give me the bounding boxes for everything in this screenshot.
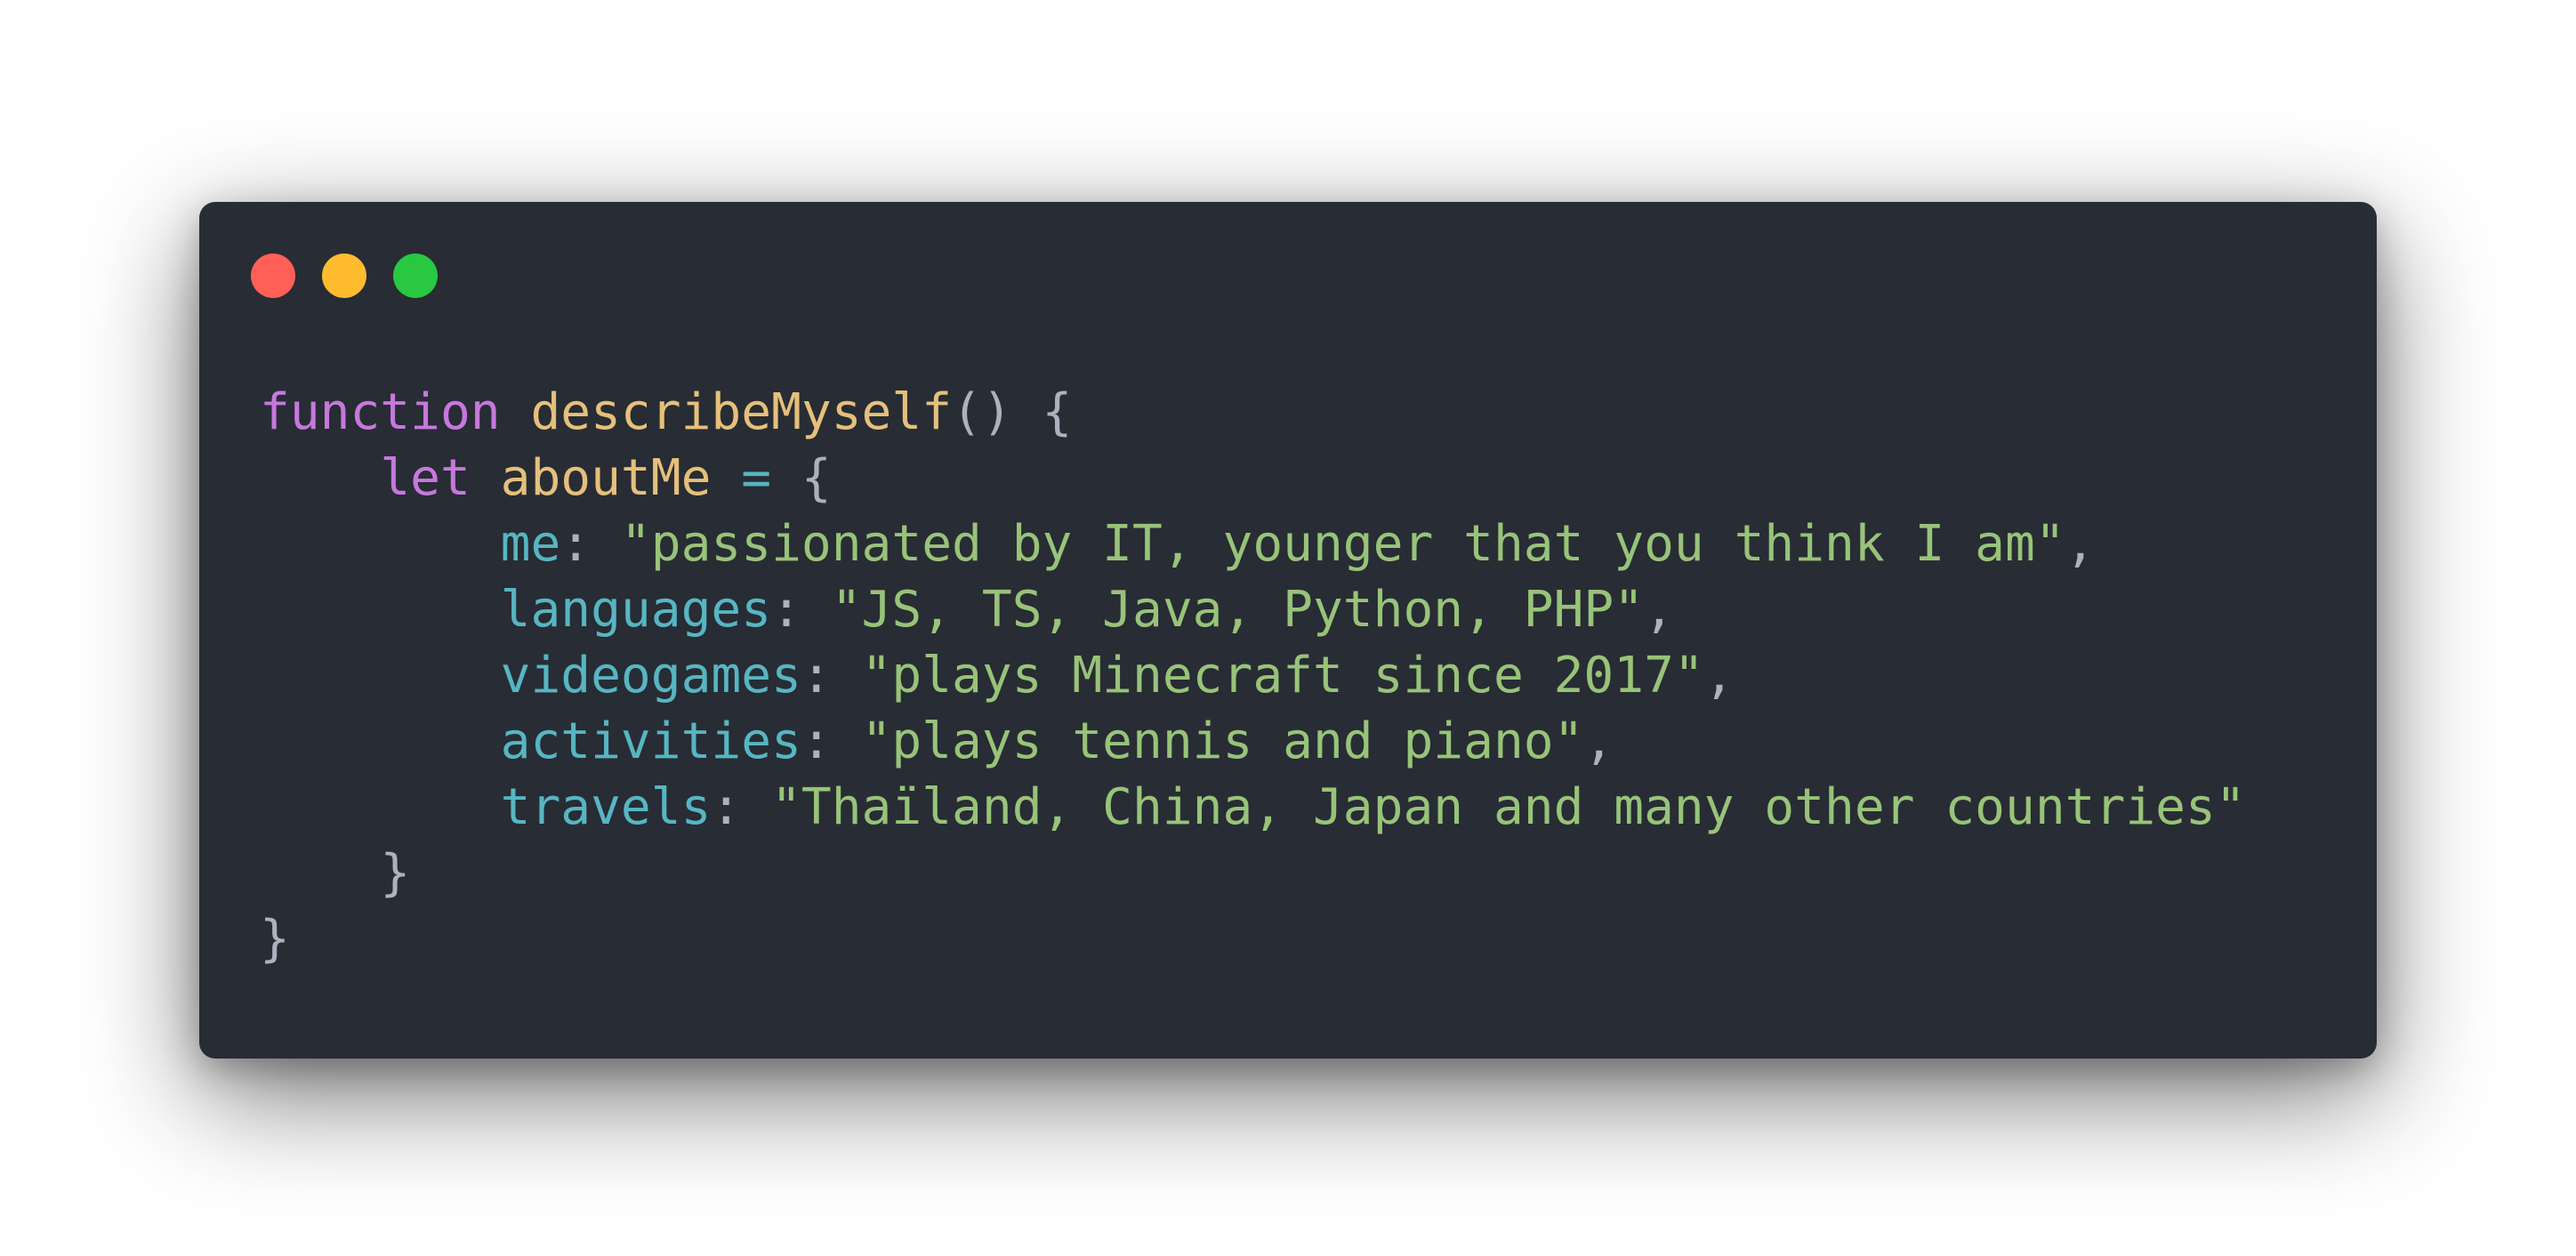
close-button[interactable] xyxy=(251,254,295,298)
code-line-let: let aboutMe = { xyxy=(260,446,2246,511)
window-controls xyxy=(251,254,438,298)
maximize-button[interactable] xyxy=(393,254,438,298)
property-value: "JS, TS, Java, Python, PHP" xyxy=(831,581,1645,639)
property-key: videogames xyxy=(500,647,801,704)
code-line-property: languages: "JS, TS, Java, Python, PHP", xyxy=(500,581,1674,639)
code-window: function describeMyself() { let aboutMe … xyxy=(199,202,2377,1059)
function-params-open: () { xyxy=(952,383,1073,441)
property-key: activities xyxy=(500,713,801,770)
code-block: function describeMyself() { let aboutMe … xyxy=(260,380,2246,972)
code-line-function: function describeMyself() { xyxy=(260,380,2246,446)
code-line-function-close: } xyxy=(260,906,2246,972)
code-line-property: travels: "Thaïland, China, Japan and man… xyxy=(500,778,2246,836)
code-line-object-close: } xyxy=(260,841,2246,906)
keyword-function: function xyxy=(260,383,501,441)
code-line-property: me: "passionated by IT, younger that you… xyxy=(500,515,2096,573)
property-value: "plays tennis and piano" xyxy=(861,713,1584,770)
variable-name: aboutMe xyxy=(500,449,712,507)
object-open-brace: { xyxy=(801,449,832,507)
code-line-property: activities: "plays tennis and piano", xyxy=(500,713,1614,770)
property-key: languages xyxy=(500,581,772,639)
property-value: "Thaïland, China, Japan and many other c… xyxy=(771,778,2246,836)
function-close-brace: } xyxy=(260,910,290,968)
object-close-brace: } xyxy=(380,844,411,902)
function-name: describeMyself xyxy=(530,383,953,441)
keyword-let: let xyxy=(380,449,471,507)
property-key: travels xyxy=(500,778,712,836)
minimize-button[interactable] xyxy=(322,254,366,298)
assign-operator: = xyxy=(741,449,772,507)
property-value: "passionated by IT, younger that you thi… xyxy=(620,515,2065,573)
code-line-property: videogames: "plays Minecraft since 2017"… xyxy=(500,647,1735,704)
property-key: me xyxy=(500,515,561,573)
property-value: "plays Minecraft since 2017" xyxy=(861,647,1704,704)
